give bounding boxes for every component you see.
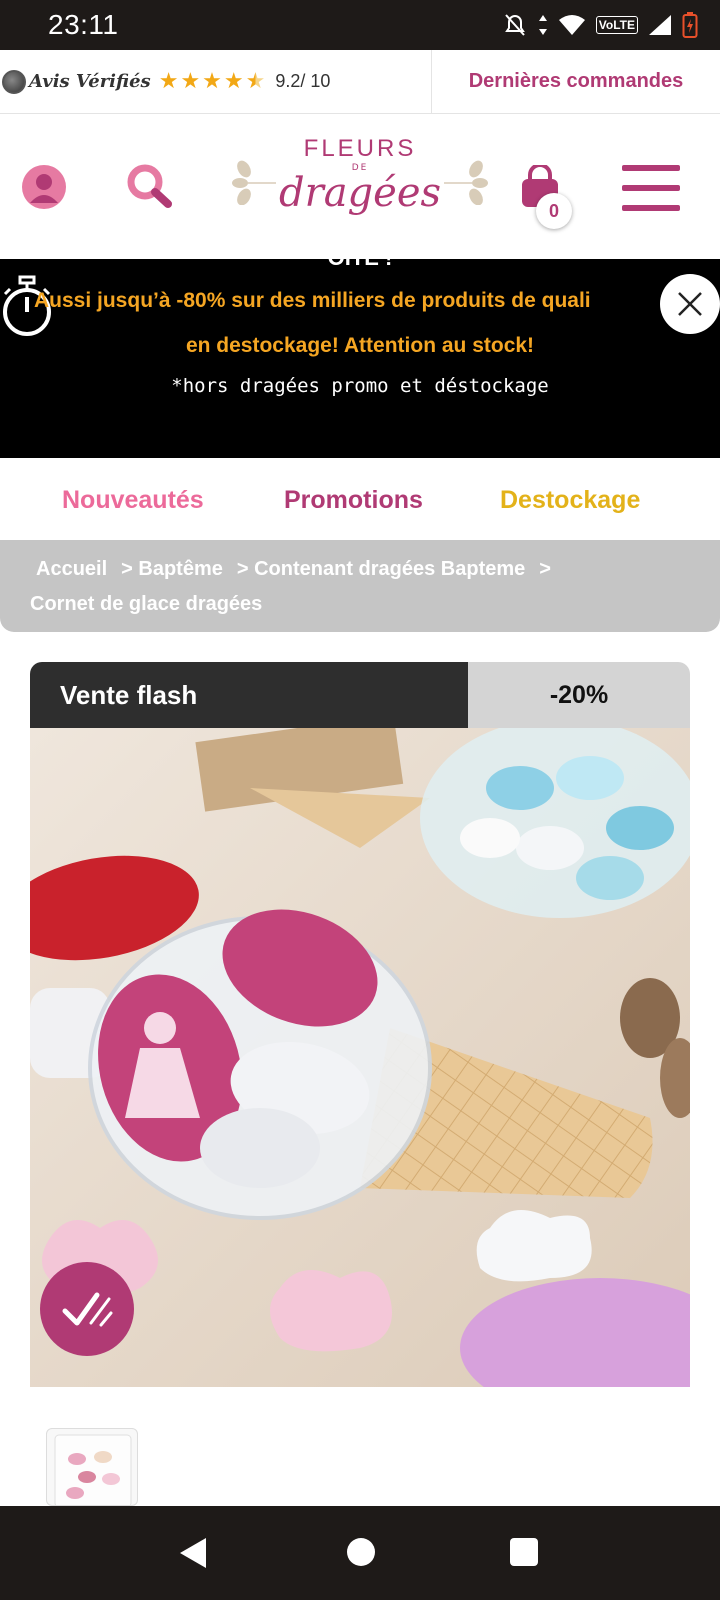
tab-destockage[interactable]: Destockage [500,486,640,515]
reviews-widget[interactable]: Avis Vérifiés ★ ★ ★ ★ ★ 9.2/ 10 [0,50,432,113]
status-bar: 23:11 VoLTE [0,0,720,50]
breadcrumb-bapteme[interactable]: > Baptême [121,558,223,581]
promo-text-line3: *hors dragées promo et déstockage [171,375,549,397]
breadcrumb-contenant[interactable]: > Contenant dragées Bapteme [237,558,525,581]
battery-low-icon [682,12,698,38]
site-logo[interactable]: FLEURS DE dragées [232,135,488,235]
recent-orders-link[interactable]: Dernières commandes [432,70,720,93]
logo-leaf-right-icon [444,160,488,205]
breadcrumb-separator: > [539,558,551,580]
user-account-icon[interactable] [22,165,66,209]
site-header: FLEURS DE dragées 0 [0,115,720,259]
data-arrows-icon [538,15,547,35]
close-banner-button[interactable] [660,274,720,334]
search-icon[interactable] [126,163,174,213]
promo-text-line2: en destockage! Attention au stock! [185,334,535,357]
flash-sale-label: Vente flash [30,662,468,728]
product-thumbnail[interactable] [46,1428,138,1506]
rating-score: 9.2/ 10 [275,71,331,91]
promo-heading-partial: OITE ! [0,259,720,271]
back-icon[interactable] [176,1536,210,1570]
system-navigation-bar [0,1506,720,1600]
status-time: 23:11 [48,9,119,40]
avis-verifies-logo: Avis Vérifiés [2,69,151,94]
rating-stars: ★ ★ ★ ★ ★ [158,68,266,94]
breadcrumb: Accueil > Baptême > Contenant dragées Ba… [0,540,720,632]
cart-count-badge[interactable]: 0 [536,193,572,229]
signal-icon [649,15,671,35]
volte-icon: VoLTE [595,16,638,34]
half-star-icon: ★ [245,68,266,94]
star-icon: ★ [202,68,222,94]
status-icons: VoLTE [502,12,698,38]
logo-leaf-left-icon [232,160,276,205]
star-icon: ★ [223,68,244,94]
category-tabs: Nouveautés Promotions Destockage [0,458,720,540]
hamburger-menu-icon[interactable] [622,165,680,211]
wifi-icon [558,15,585,35]
close-icon [678,292,702,316]
tab-promotions[interactable]: Promotions [284,486,423,515]
promo-banner: OITE ! Aussi jusqu’à -80% sur des millie… [0,259,720,458]
home-icon[interactable] [345,1536,377,1568]
check-icon [62,1292,113,1327]
recents-icon[interactable] [508,1536,540,1568]
avis-verifies-brand: Avis Vérifiés [29,71,151,92]
verified-check-badge [40,1262,134,1356]
tab-nouveautes[interactable]: Nouveautés [62,486,204,515]
promo-text-line1: Aussi jusqu’à -80% sur des milliers de p… [34,289,591,312]
flash-sale-bar: Vente flash -20% [30,662,690,728]
review-bar: Avis Vérifiés ★ ★ ★ ★ ★ 9.2/ 10 Dernière… [0,50,720,114]
breadcrumb-home[interactable]: Accueil [36,558,107,581]
avis-verifies-seal-icon [2,69,26,94]
mute-icon [504,14,525,36]
breadcrumb-current: Cornet de glace dragées [30,593,263,615]
star-icon: ★ [180,68,201,94]
breadcrumb-row: Accueil > Baptême > Contenant dragées Ba… [36,558,565,581]
star-icon: ★ [158,68,179,94]
discount-badge: -20% [468,662,690,728]
